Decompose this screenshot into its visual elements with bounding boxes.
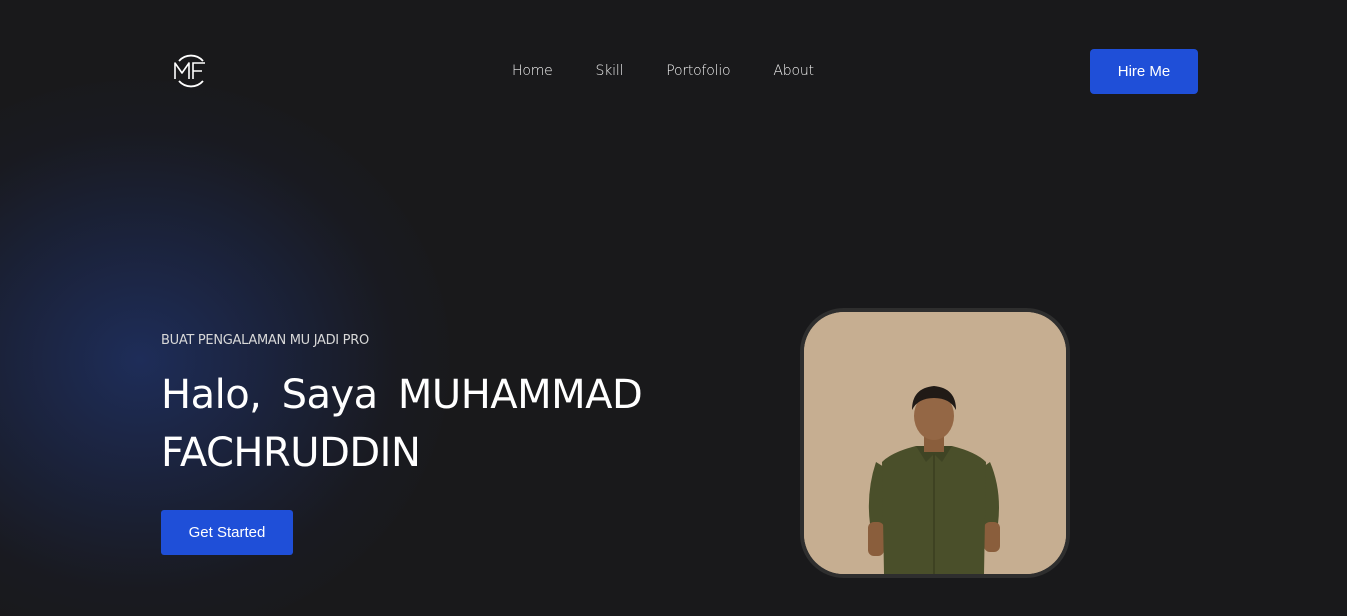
get-started-button[interactable]: Get Started (161, 510, 293, 555)
nav-portofolio[interactable]: Portofolio (666, 63, 730, 79)
person-illustration (804, 312, 1066, 574)
page: Home Skill Portofolio About Hire Me BUAT… (0, 0, 1347, 616)
hero-tagline: BUAT PENGALAMAN MU JADI PRO (161, 333, 369, 348)
hero-headline: Halo, Saya MUHAMMAD FACHRUDDIN (161, 366, 681, 482)
hero-greeting: Halo, Saya (161, 372, 378, 418)
profile-photo (800, 308, 1070, 578)
nav-home[interactable]: Home (512, 63, 553, 79)
mf-logo-icon[interactable] (171, 51, 211, 91)
nav-about[interactable]: About (773, 63, 814, 79)
hero-name-last: FACHRUDDIN (161, 430, 421, 476)
main-nav: Home Skill Portofolio About (512, 61, 814, 81)
hire-me-button[interactable]: Hire Me (1090, 49, 1198, 94)
nav-skill[interactable]: Skill (596, 63, 624, 79)
hero-name-first: MUHAMMAD (397, 372, 643, 418)
